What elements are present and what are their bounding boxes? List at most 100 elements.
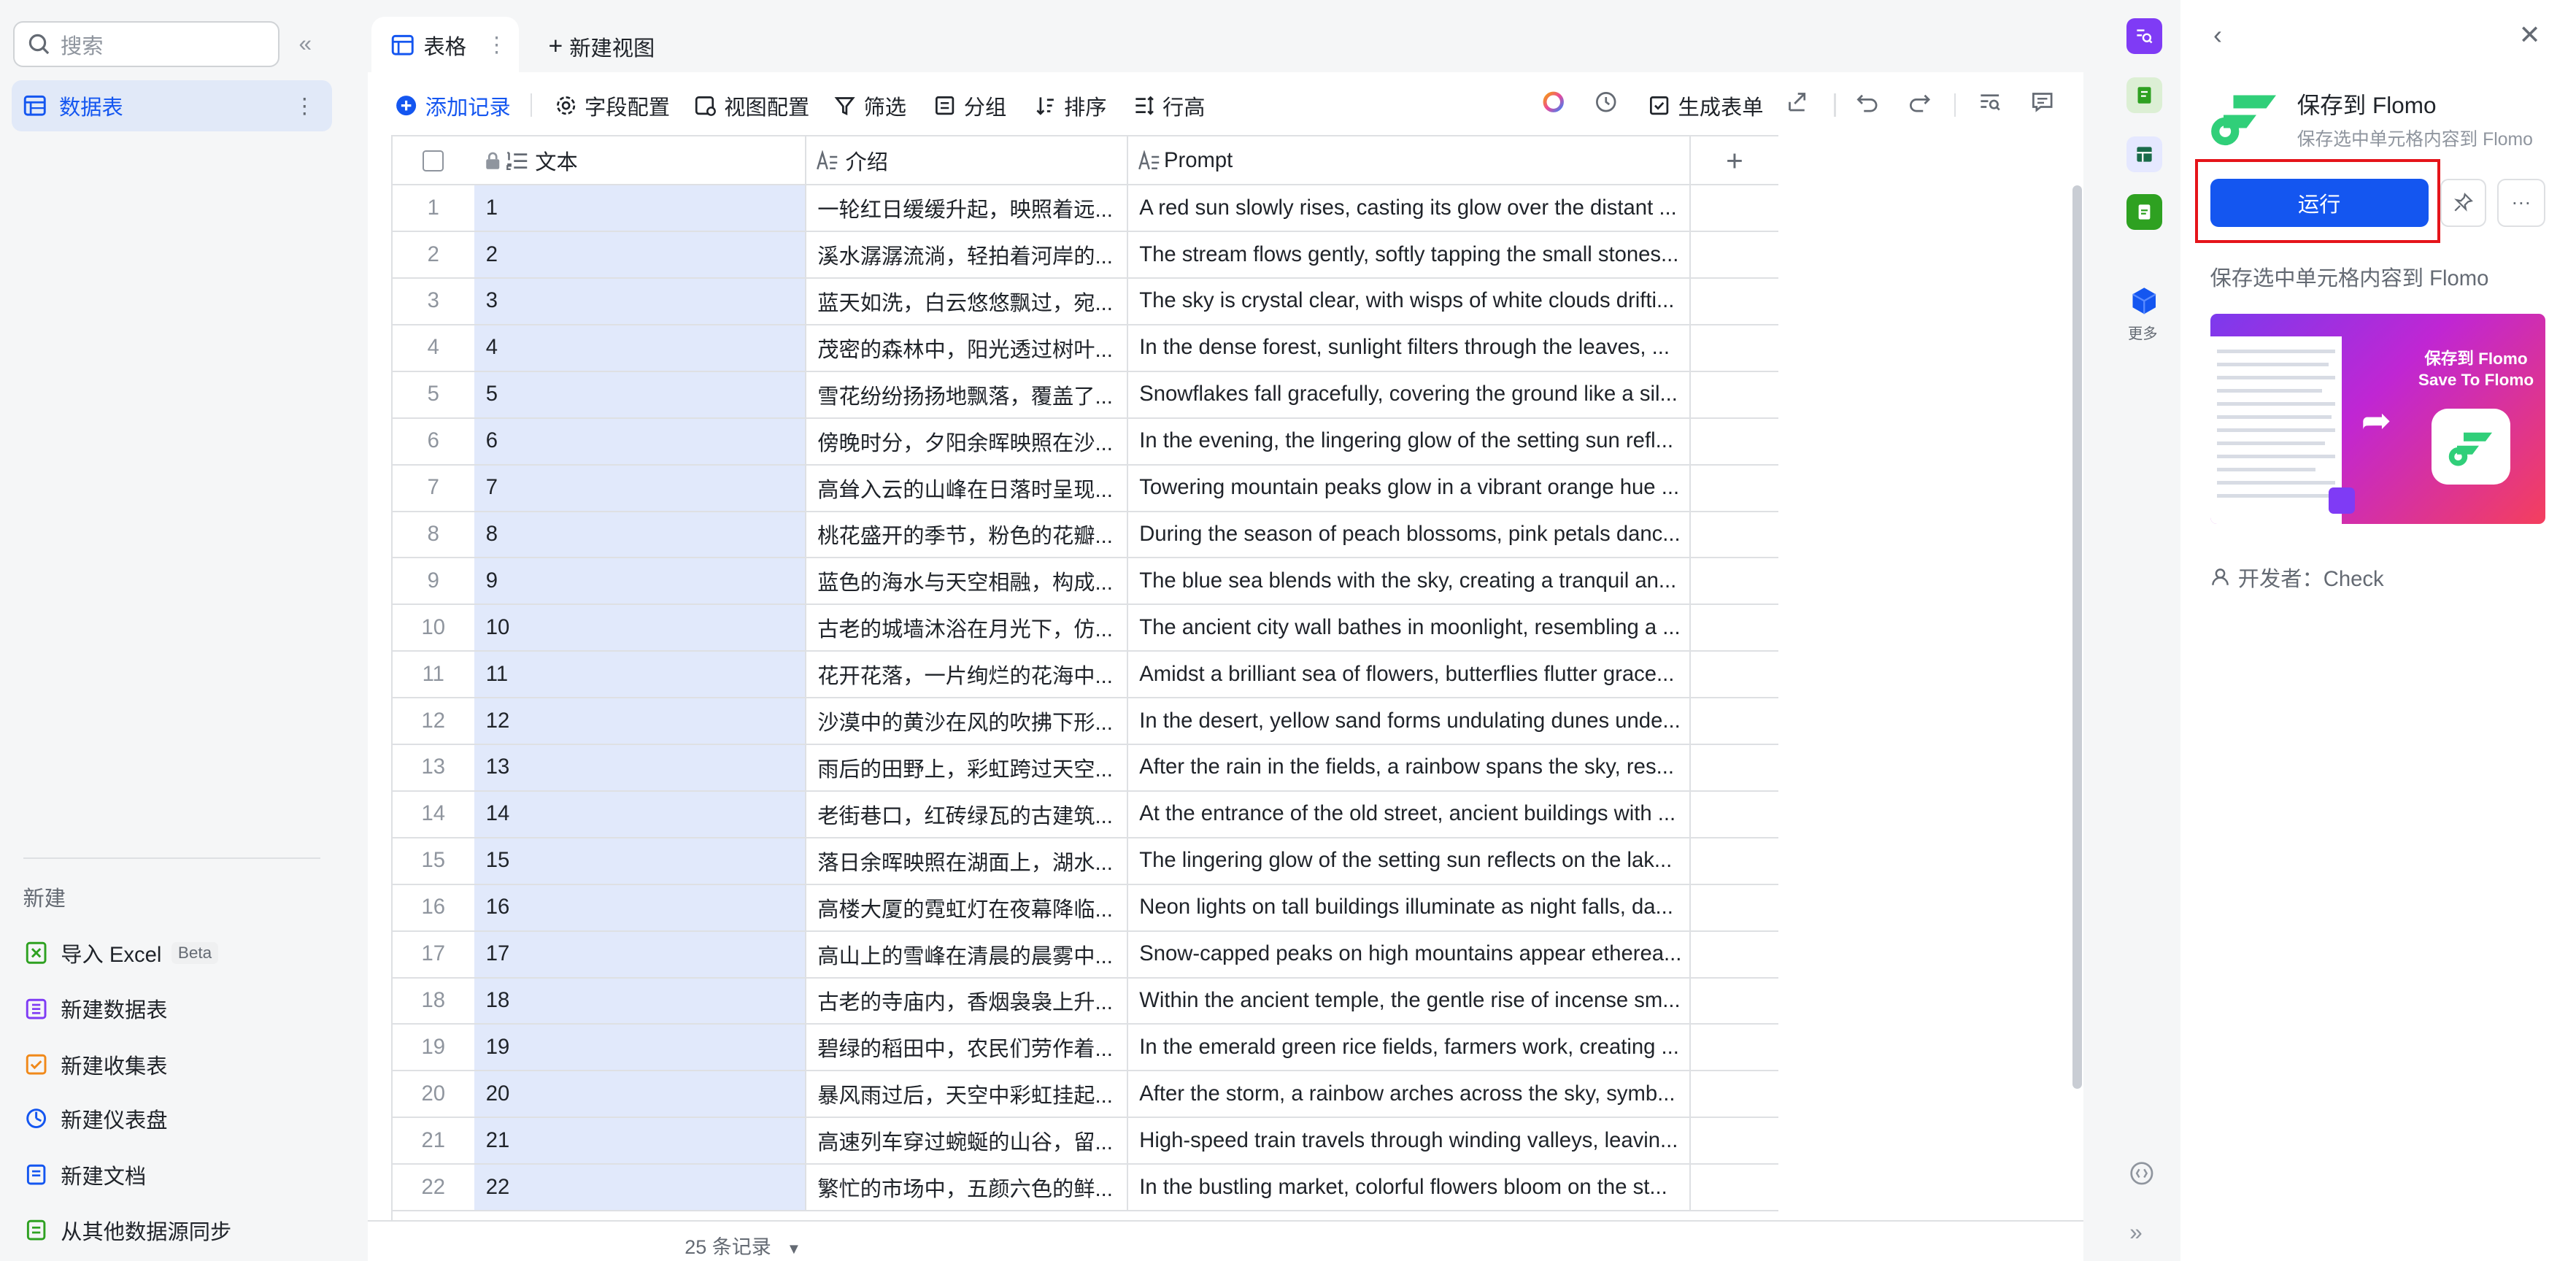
search-input[interactable]: 搜索	[13, 21, 279, 68]
cell-text[interactable]: 13	[474, 745, 806, 792]
cell-prompt[interactable]: In the evening, the lingering glow of th…	[1127, 418, 1692, 466]
cell-prompt[interactable]: High-speed train travels through winding…	[1127, 1118, 1692, 1165]
group-button[interactable]: 分组	[934, 90, 1006, 121]
green-plugin-icon[interactable]	[2126, 193, 2163, 230]
close-icon[interactable]: ✕	[2519, 20, 2541, 50]
ai-assistant-icon[interactable]	[1542, 90, 1565, 114]
column-header-intro[interactable]: 介绍	[806, 136, 1128, 185]
share-icon[interactable]	[1786, 90, 1810, 114]
cell-prompt[interactable]: The lingering glow of the setting sun re…	[1127, 838, 1692, 885]
import-excel-button[interactable]: 导入 Excel Beta	[25, 938, 219, 968]
cell-intro[interactable]: 暴风雨过后，天空中彩虹挂起...	[806, 1071, 1128, 1119]
cell-prompt[interactable]: In the desert, yellow sand forms undulat…	[1127, 698, 1692, 746]
doc-plugin-icon[interactable]	[2126, 77, 2163, 114]
new-view-button[interactable]: + 新建视图	[549, 31, 655, 62]
cell-text[interactable]: 5	[474, 371, 806, 419]
cell-prompt[interactable]: Amidst a brilliant sea of flowers, butte…	[1127, 652, 1692, 699]
cell-text[interactable]: 14	[474, 791, 806, 838]
vertical-scrollbar[interactable]	[2072, 185, 2082, 1089]
redo-icon[interactable]	[1908, 90, 1932, 114]
cell-text[interactable]: 8	[474, 512, 806, 559]
table-row[interactable]: 6 6 傍晚时分，夕阳余晖映照在沙... In the evening, the li…	[392, 418, 1778, 466]
tab-more-icon[interactable]: ⋮	[486, 32, 507, 58]
cell-intro[interactable]: 一轮红日缓缓升起，映照着远...	[806, 185, 1128, 233]
filter-button[interactable]: 筛选	[834, 90, 906, 121]
cell-prompt[interactable]: At the entrance of the old street, ancie…	[1127, 791, 1692, 838]
table-row[interactable]: 8 8 桃花盛开的季节，粉色的花瓣... During the season of p…	[392, 512, 1778, 559]
table-row[interactable]: 15 15 落日余晖映照在湖面上，湖水... The lingering glow o…	[392, 838, 1778, 885]
cell-intro[interactable]: 高山上的雪峰在清晨的晨雾中...	[806, 931, 1128, 979]
cell-intro[interactable]: 高楼大厦的霓虹灯在夜幕降临...	[806, 884, 1128, 932]
back-icon[interactable]: ‹	[2213, 20, 2222, 50]
cell-text[interactable]: 2	[474, 232, 806, 279]
cell-text[interactable]: 12	[474, 698, 806, 746]
view-config-button[interactable]: 视图配置	[695, 90, 809, 121]
cell-text[interactable]: 17	[474, 931, 806, 979]
cell-text[interactable]: 9	[474, 558, 806, 606]
cell-text[interactable]: 20	[474, 1071, 806, 1119]
cell-text[interactable]: 15	[474, 838, 806, 885]
column-header-text[interactable]: 文本	[474, 136, 806, 185]
cell-prompt[interactable]: The stream flows gently, softly tapping …	[1127, 232, 1692, 279]
cell-intro[interactable]: 老街巷口，红砖绿瓦的古建筑...	[806, 791, 1128, 838]
table-row[interactable]: 22 22 繁忙的市场中，五颜六色的鲜... In the bustling mark…	[392, 1165, 1778, 1212]
comment-icon[interactable]	[2031, 90, 2054, 114]
cell-prompt[interactable]: A red sun slowly rises, casting its glow…	[1127, 185, 1692, 233]
record-count-dropdown[interactable]: 25 条记录 ▼	[685, 1231, 801, 1260]
undo-icon[interactable]	[1856, 90, 1879, 114]
table-row[interactable]: 7 7 高耸入云的山峰在日落时呈现... Towering mountain peak…	[392, 465, 1778, 512]
cell-prompt[interactable]: The sky is crystal clear, with wisps of …	[1127, 279, 1692, 325]
cell-intro[interactable]: 沙漠中的黄沙在风的吹拂下形...	[806, 698, 1128, 746]
table-row[interactable]: 14 14 老街巷口，红砖绿瓦的古建筑... At the entrance of t…	[392, 791, 1778, 838]
sort-button[interactable]: 排序	[1035, 90, 1107, 121]
table-row[interactable]: 16 16 高楼大厦的霓虹灯在夜幕降临... Neon lights on tall …	[392, 884, 1778, 932]
table-row[interactable]: 17 17 高山上的雪峰在清晨的晨雾中... Snow-capped peaks on…	[392, 931, 1778, 979]
cell-text[interactable]: 4	[474, 325, 806, 372]
sync-datasource-button[interactable]: 从其他数据源同步	[25, 1215, 231, 1246]
table-row[interactable]: 11 11 花开花落，一片绚烂的花海中... Amidst a brilliant s…	[392, 652, 1778, 699]
new-form-button[interactable]: 新建收集表	[25, 1049, 168, 1080]
tab-grid-view[interactable]: 表格 ⋮	[371, 16, 519, 74]
new-doc-button[interactable]: 新建文档	[25, 1160, 146, 1190]
search-records-icon[interactable]	[1978, 90, 2002, 114]
expand-panel-icon[interactable]: »	[2129, 1219, 2143, 1246]
cell-text[interactable]: 22	[474, 1165, 806, 1212]
cell-intro[interactable]: 桃花盛开的季节，粉色的花瓣...	[806, 512, 1128, 559]
add-column-button[interactable]: +	[1691, 136, 1778, 185]
collapse-sidebar-icon[interactable]: «	[299, 30, 312, 57]
cell-intro[interactable]: 茂密的森林中，阳光透过树叶...	[806, 325, 1128, 372]
cell-prompt[interactable]: Snowflakes fall gracefully, covering the…	[1127, 371, 1692, 419]
cell-prompt[interactable]: In the emerald green rice fields, farmer…	[1127, 1025, 1692, 1072]
cell-intro[interactable]: 蓝色的海水与天空相融，构成...	[806, 558, 1128, 606]
cell-prompt[interactable]: After the rain in the fields, a rainbow …	[1127, 745, 1692, 792]
new-dashboard-button[interactable]: 新建仪表盘	[25, 1103, 168, 1134]
table-row[interactable]: 18 18 古老的寺庙内，香烟袅袅上升... Within the ancient t…	[392, 978, 1778, 1025]
table-row[interactable]: 20 20 暴风雨过后，天空中彩虹挂起... After the storm, a r…	[392, 1071, 1778, 1119]
row-height-button[interactable]: 行高	[1133, 90, 1206, 121]
table-row[interactable]: 13 13 雨后的田野上，彩虹跨过天空... After the rain in th…	[392, 745, 1778, 792]
new-datatable-button[interactable]: 新建数据表	[25, 993, 168, 1024]
cell-prompt[interactable]: Towering mountain peaks glow in a vibran…	[1127, 465, 1692, 512]
cell-intro[interactable]: 花开花落，一片绚烂的花海中...	[806, 652, 1128, 699]
developer-tools-icon[interactable]	[2129, 1161, 2154, 1192]
cell-text[interactable]: 19	[474, 1025, 806, 1072]
cell-intro[interactable]: 高速列车穿过蜿蜒的山谷，留...	[806, 1118, 1128, 1165]
more-plugins-icon[interactable]	[2126, 282, 2163, 319]
cell-prompt[interactable]: After the storm, a rainbow arches across…	[1127, 1071, 1692, 1119]
cell-intro[interactable]: 傍晚时分，夕阳余晖映照在沙...	[806, 418, 1128, 466]
more-vertical-icon[interactable]: ⋮	[294, 93, 315, 119]
generate-form-button[interactable]: 生成表单	[1648, 90, 1764, 121]
cell-text[interactable]: 3	[474, 279, 806, 325]
cell-text[interactable]: 18	[474, 978, 806, 1025]
cell-intro[interactable]: 繁忙的市场中，五颜六色的鲜...	[806, 1165, 1128, 1212]
table-row[interactable]: 19 19 碧绿的稻田中，农民们劳作着... In the emerald green…	[392, 1025, 1778, 1072]
add-record-button[interactable]: 添加记录	[396, 90, 511, 121]
cell-intro[interactable]: 古老的寺庙内，香烟袅袅上升...	[806, 978, 1128, 1025]
cell-text[interactable]: 1	[474, 185, 806, 233]
sidebar-item-datatable[interactable]: 数据表 ⋮	[11, 80, 332, 131]
cell-text[interactable]: 21	[474, 1118, 806, 1165]
table-row[interactable]: 1 1 一轮红日缓缓升起，映照着远... A red sun slowly rises…	[392, 185, 1778, 233]
cell-text[interactable]: 16	[474, 884, 806, 932]
table-row[interactable]: 12 12 沙漠中的黄沙在风的吹拂下形... In the desert, yello…	[392, 698, 1778, 746]
cell-prompt[interactable]: In the bustling market, colorful flowers…	[1127, 1165, 1692, 1212]
